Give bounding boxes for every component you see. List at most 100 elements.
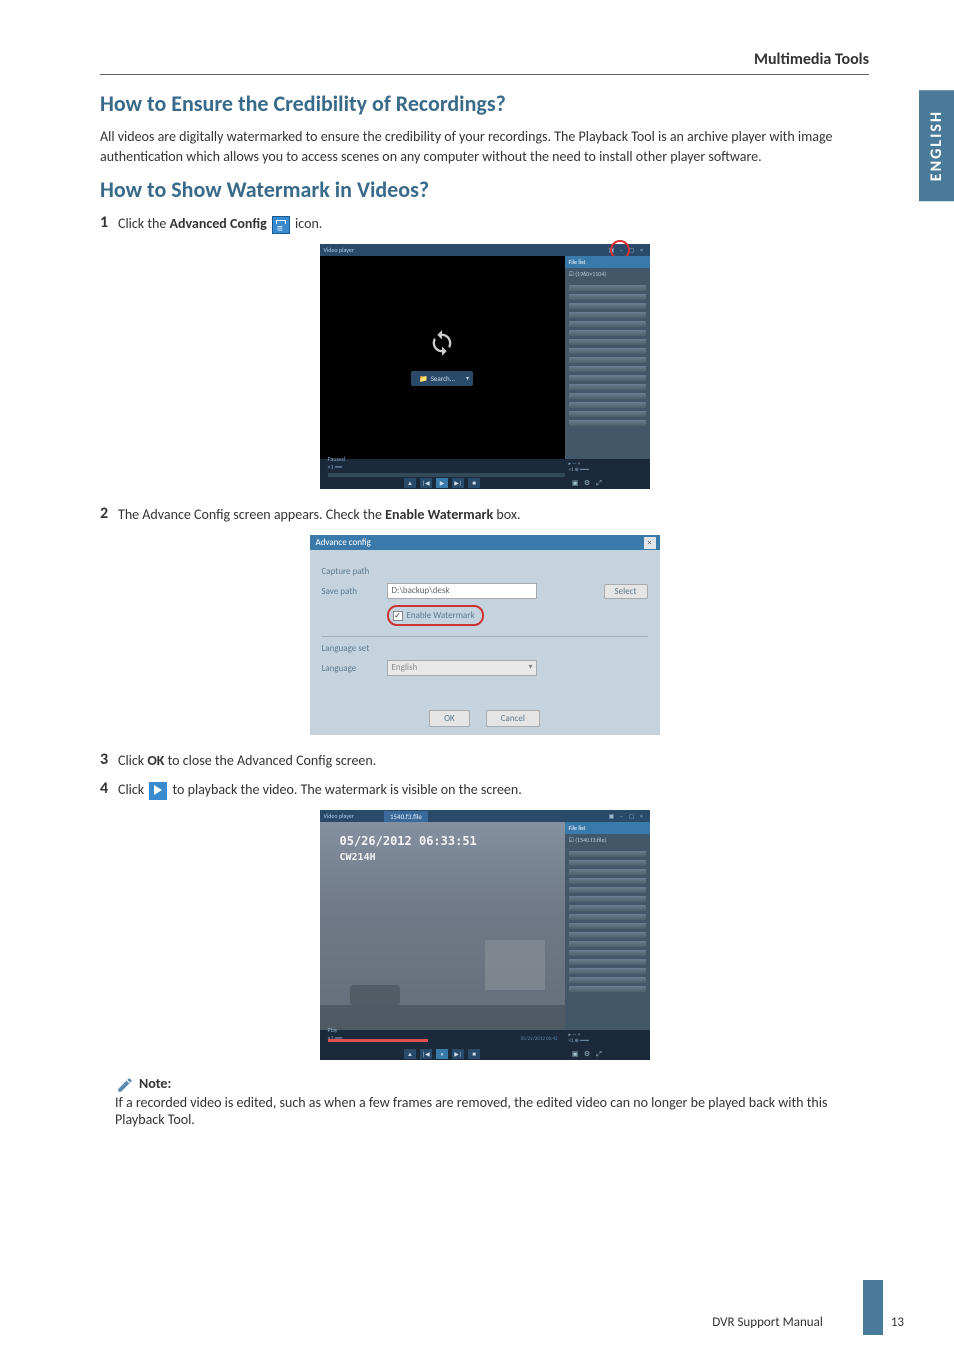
dialog-body: Capture path Save path D:\backup\desk Se… <box>310 550 660 692</box>
expand-icon[interactable]: ⤢ <box>595 478 604 487</box>
step-2-bold: Enable Watermark <box>385 506 493 523</box>
list-item[interactable] <box>569 285 646 291</box>
list-item[interactable] <box>569 977 646 983</box>
dialog-title: Advance config <box>310 535 660 550</box>
list-item[interactable] <box>569 932 646 938</box>
list-item[interactable] <box>569 339 646 345</box>
advanced-config-icon <box>272 216 290 234</box>
checkbox-row: ✓ Enable Watermark <box>322 605 648 626</box>
next-button[interactable]: ▶| <box>452 1049 464 1059</box>
list-item[interactable] <box>569 393 646 399</box>
list-item[interactable] <box>569 384 646 390</box>
config-icon[interactable]: ▣ <box>608 812 616 820</box>
prev-button[interactable]: |◀ <box>420 1049 432 1059</box>
sidebar-dimension: ☑ (1960×1104) <box>565 268 650 280</box>
prev-button[interactable]: |◀ <box>420 478 432 488</box>
slow-button[interactable]: ▲ <box>404 1049 416 1059</box>
snapshot-icon[interactable]: ▣ <box>571 1049 580 1058</box>
enable-watermark-checkbox[interactable]: ✓ Enable Watermark <box>387 605 485 626</box>
folder-icon: 📁 <box>419 374 428 383</box>
list-item[interactable] <box>569 941 646 947</box>
ok-button[interactable]: OK <box>429 710 470 727</box>
player-title: Video player <box>324 244 354 256</box>
pause-button[interactable]: ⏸ <box>436 1049 448 1059</box>
save-path-input[interactable]: D:\backup\desk <box>387 583 537 599</box>
list-item[interactable] <box>569 896 646 902</box>
close-icon[interactable]: × <box>644 537 656 549</box>
list-item[interactable] <box>569 860 646 866</box>
expand-icon[interactable]: ⤢ <box>595 1049 604 1058</box>
player-title: Video player <box>320 812 354 820</box>
list-item[interactable] <box>569 914 646 920</box>
minimize-icon[interactable]: – <box>618 812 626 820</box>
language-dropdown[interactable]: English <box>387 660 537 676</box>
save-path-label: Save path <box>322 586 387 597</box>
sidebar-header: File list <box>565 822 650 834</box>
list-item[interactable] <box>569 851 646 857</box>
search-dropdown[interactable]: 📁Search... <box>411 371 473 386</box>
list-item[interactable] <box>569 375 646 381</box>
sidebar-header: File list <box>565 256 650 268</box>
note-text: If a recorded video is edited, such as w… <box>115 1094 869 1128</box>
divider <box>322 636 648 637</box>
list-item[interactable] <box>569 321 646 327</box>
list-item[interactable] <box>569 330 646 336</box>
list-item[interactable] <box>569 878 646 884</box>
snapshot-icon[interactable]: ▣ <box>571 478 580 487</box>
search-label: Search... <box>431 374 455 383</box>
player-sidebar: File list ☑ (1960×1104) <box>565 256 650 459</box>
list-item[interactable] <box>569 905 646 911</box>
player-sidebar: File list ☑ (1540.f3.file) <box>565 822 650 1030</box>
close-icon[interactable]: × <box>638 244 646 252</box>
watermark-overlay: 05/26/2012 06:33:51 CW214H <box>340 834 477 863</box>
maximize-icon[interactable]: ◻ <box>628 812 636 820</box>
play-button[interactable]: ▶ <box>436 478 448 488</box>
playback-controls: ▲ |◀ ⏸ ▶| ■ <box>320 1049 565 1059</box>
list-item[interactable] <box>569 357 646 363</box>
player-main-area: 05/26/2012 06:33:51 CW214H <box>320 822 565 1030</box>
gear-icon[interactable]: ⚙ <box>583 478 592 487</box>
list-item[interactable] <box>569 303 646 309</box>
step-4-text: Click to playback the video. The waterma… <box>118 779 522 800</box>
timeline-progress[interactable] <box>328 1039 428 1042</box>
select-button[interactable]: Select <box>604 584 648 599</box>
list-item[interactable] <box>569 420 646 426</box>
br-icons: ▣ ⚙ ⤢ <box>571 478 604 487</box>
step-number: 1 <box>100 213 118 232</box>
list-item[interactable] <box>569 959 646 965</box>
scene-car <box>350 985 400 1005</box>
list-item[interactable] <box>569 968 646 974</box>
checkbox-label: Enable Watermark <box>407 610 475 621</box>
sidebar-list <box>565 280 650 431</box>
next-button[interactable]: ▶| <box>452 478 464 488</box>
step-1-bold: Advanced Config <box>170 215 267 232</box>
list-item[interactable] <box>569 869 646 875</box>
list-item[interactable] <box>569 887 646 893</box>
dialog-buttons: OK Cancel <box>310 710 660 727</box>
stop-button[interactable]: ■ <box>468 1049 480 1059</box>
watermark-device-id: CW214H <box>340 852 477 863</box>
save-path-row: Save path D:\backup\desk Select <box>322 583 648 599</box>
list-item[interactable] <box>569 312 646 318</box>
cancel-button[interactable]: Cancel <box>486 710 540 727</box>
list-item[interactable] <box>569 366 646 372</box>
slow-button[interactable]: ▲ <box>404 478 416 488</box>
pencil-icon <box>115 1076 135 1094</box>
list-item[interactable] <box>569 294 646 300</box>
watermark-timestamp: 05/26/2012 06:33:51 <box>340 834 477 848</box>
list-item[interactable] <box>569 411 646 417</box>
heading-watermark: How to Show Watermark in Videos? <box>100 176 869 203</box>
list-item[interactable] <box>569 402 646 408</box>
list-item[interactable] <box>569 923 646 929</box>
stop-button[interactable]: ■ <box>468 478 480 488</box>
list-item[interactable] <box>569 950 646 956</box>
gear-icon[interactable]: ⚙ <box>583 1049 592 1058</box>
close-icon[interactable]: × <box>638 812 646 820</box>
capture-path-row: Capture path <box>322 566 648 577</box>
list-item[interactable] <box>569 986 646 992</box>
list-item[interactable] <box>569 348 646 354</box>
step-2: 2 The Advance Config screen appears. Che… <box>100 504 869 525</box>
bottom-right-panel: ▸ — ××1 ⊕ ━━━ ▣ ⚙ ⤢ <box>565 1030 650 1060</box>
heading-credibility: How to Ensure the Credibility of Recordi… <box>100 90 869 117</box>
scene-building <box>485 940 545 990</box>
